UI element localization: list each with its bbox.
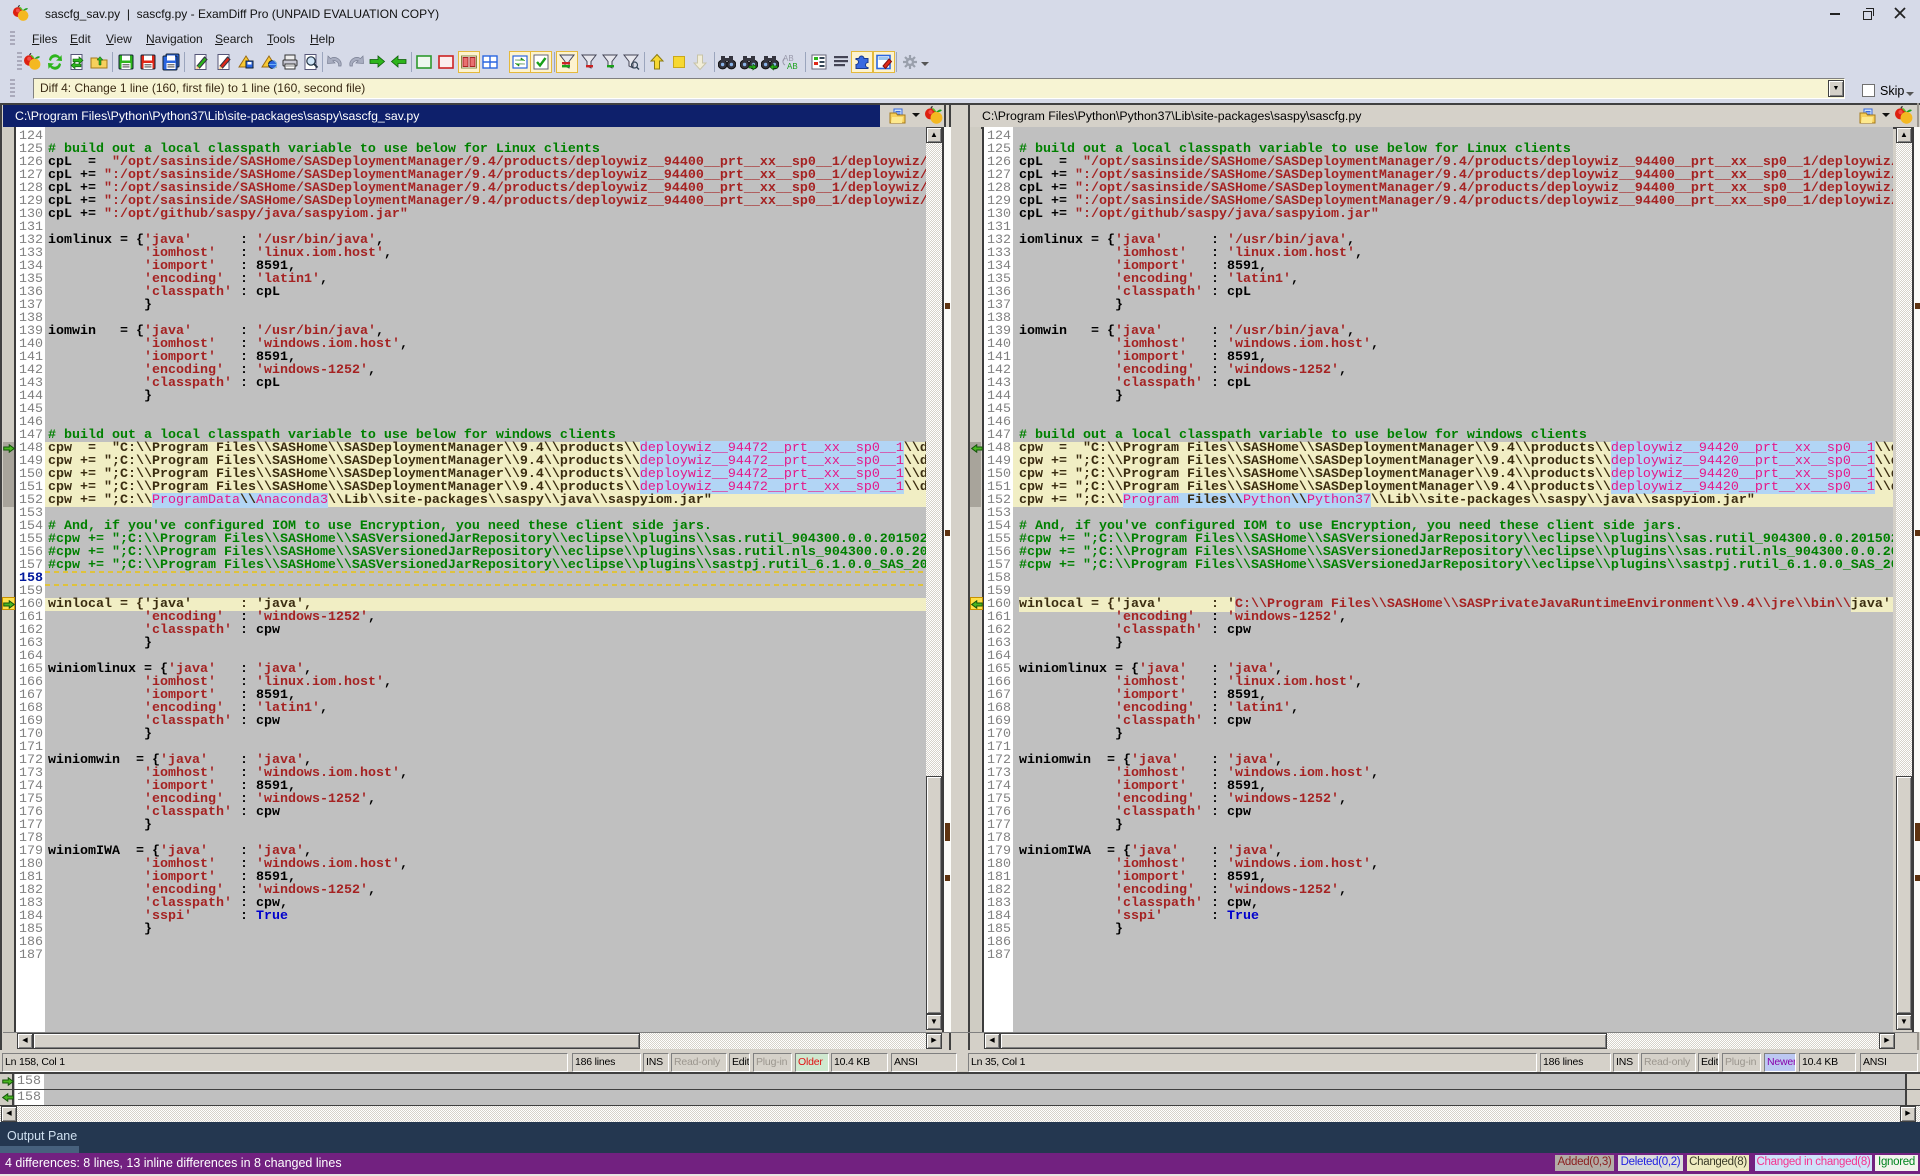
svg-text:AB: AB bbox=[787, 62, 798, 71]
